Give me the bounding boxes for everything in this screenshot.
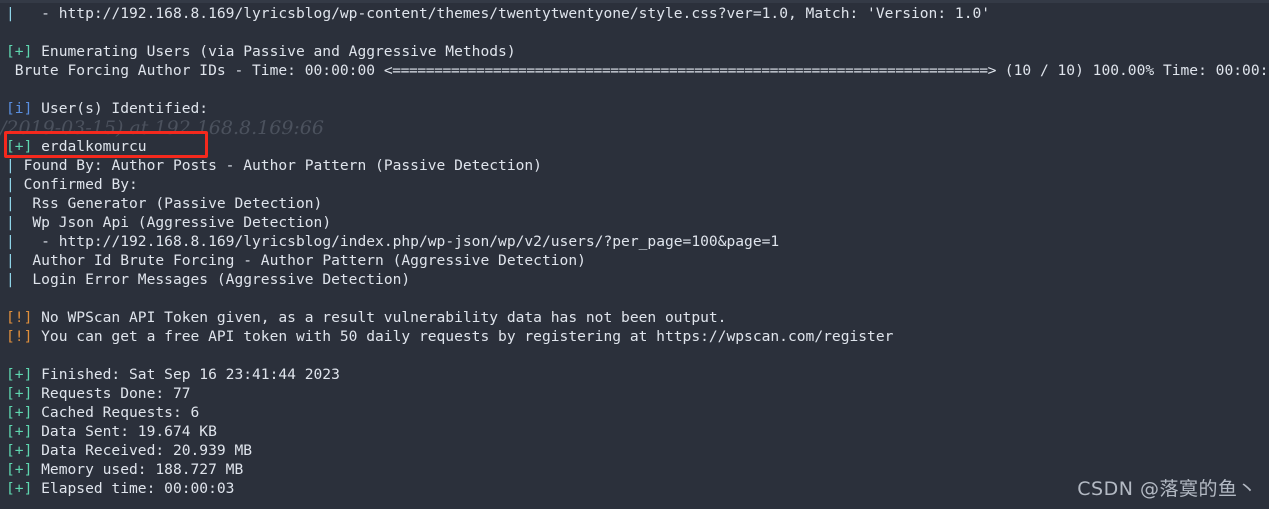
progress-bar: <=======================================… <box>383 62 997 79</box>
terminal-line-found-by: | Found By: Author Posts - Author Patter… <box>0 156 1269 175</box>
terminal-line-no-api-token: [!] No WPScan API Token given, as a resu… <box>0 308 1269 327</box>
tree-pipe-icon: | <box>6 176 15 193</box>
warning-marker-icon: [!] <box>6 328 33 345</box>
line-text: User(s) Identified: <box>32 100 209 117</box>
success-marker-icon: [+] <box>6 366 33 383</box>
progress-label: Brute Forcing Author IDs - Time: 00:00:0… <box>6 62 384 79</box>
terminal-line-author-id-brute-forcing: | Author Id Brute Forcing - Author Patte… <box>0 251 1269 270</box>
terminal-line-confirmed-by: | Confirmed By: <box>0 175 1269 194</box>
tree-pipe-icon: | <box>6 157 15 174</box>
success-marker-icon: [+] <box>6 43 33 60</box>
line-text: Wp Json Api (Aggressive Detection) <box>14 214 332 231</box>
username-value: erdalkomurcu <box>32 138 147 155</box>
terminal-line-wp-json-api-url: | - http://192.168.8.169/lyricsblog/inde… <box>0 232 1269 251</box>
line-text: Elapsed time: 00:00:03 <box>32 480 235 497</box>
line-text: Login Error Messages (Aggressive Detecti… <box>14 271 411 288</box>
tree-pipe-icon: | <box>6 214 15 231</box>
tree-pipe-icon: | <box>6 233 15 250</box>
success-marker-icon: [+] <box>6 442 33 459</box>
warning-marker-icon: [!] <box>6 309 33 326</box>
terminal-line-rss-generator: | Rss Generator (Passive Detection) <box>0 194 1269 213</box>
success-marker-icon: [+] <box>6 461 33 478</box>
terminal-line-requests-done: [+] Requests Done: 77 <box>0 384 1269 403</box>
terminal-line-finished: [+] Finished: Sat Sep 16 23:41:44 2023 <box>0 365 1269 384</box>
line-text: Enumerating Users (via Passive and Aggre… <box>32 43 516 60</box>
csdn-watermark: CSDN @落寞的鱼丶 <box>1077 478 1257 500</box>
terminal-line-brute-forcing-progress: Brute Forcing Author IDs - Time: 00:00:0… <box>0 61 1269 80</box>
line-text: Rss Generator (Passive Detection) <box>14 195 323 212</box>
tree-pipe-icon: | <box>6 5 15 22</box>
terminal-line-wp-json-api: | Wp Json Api (Aggressive Detection) <box>0 213 1269 232</box>
terminal-output: | - http://192.168.8.169/lyricsblog/wp-c… <box>0 4 1269 498</box>
terminal-line-enumerating-users: [+] Enumerating Users (via Passive and A… <box>0 42 1269 61</box>
line-text: Cached Requests: 6 <box>32 404 200 421</box>
success-marker-icon: [+] <box>6 385 33 402</box>
line-text: - http://192.168.8.169/lyricsblog/wp-con… <box>14 5 991 22</box>
tree-pipe-icon: | <box>6 252 15 269</box>
success-marker-icon: [+] <box>6 404 33 421</box>
terminal-line-free-api-token: [!] You can get a free API token with 50… <box>0 327 1269 346</box>
line-text: Data Received: 20.939 MB <box>32 442 253 459</box>
terminal-line-data-received: [+] Data Received: 20.939 MB <box>0 441 1269 460</box>
line-text: Memory used: 188.727 MB <box>32 461 244 478</box>
success-marker-icon: [+] <box>6 423 33 440</box>
line-text: Data Sent: 19.674 KB <box>32 423 217 440</box>
line-text: Finished: Sat Sep 16 23:41:44 2023 <box>32 366 340 383</box>
progress-stats: (10 / 10) 100.00% Time: 00:00:00 <box>996 62 1269 79</box>
line-text: You can get a free API token with 50 dai… <box>32 328 894 345</box>
success-marker-icon: [+] <box>6 138 33 155</box>
success-marker-icon: [+] <box>6 480 33 497</box>
terminal-line-users-identified: [i] User(s) Identified: <box>0 99 1269 118</box>
line-text: - http://192.168.8.169/lyricsblog/index.… <box>14 233 780 250</box>
terminal-line-data-sent: [+] Data Sent: 19.674 KB <box>0 422 1269 441</box>
window-chrome-strip <box>0 0 1269 3</box>
line-text: Requests Done: 77 <box>32 385 191 402</box>
line-text: Found By: Author Posts - Author Pattern … <box>14 157 542 174</box>
line-text: No WPScan API Token given, as a result v… <box>32 309 727 326</box>
tree-pipe-icon: | <box>6 195 15 212</box>
line-text: Confirmed By: <box>14 176 138 193</box>
line-text: Author Id Brute Forcing - Author Pattern… <box>14 252 586 269</box>
terminal-line-theme-style-match: | - http://192.168.8.169/lyricsblog/wp-c… <box>0 4 1269 23</box>
info-marker-icon: [i] <box>6 100 33 117</box>
terminal-line-login-error-messages: | Login Error Messages (Aggressive Detec… <box>0 270 1269 289</box>
terminal-window[interactable]: /2019-03-15) at 192.168.8.169:66 | - htt… <box>0 0 1269 509</box>
tree-pipe-icon: | <box>6 271 15 288</box>
terminal-line-user-erdalkomurcu: [+] erdalkomurcu <box>0 137 1269 156</box>
terminal-line-cached-requests: [+] Cached Requests: 6 <box>0 403 1269 422</box>
